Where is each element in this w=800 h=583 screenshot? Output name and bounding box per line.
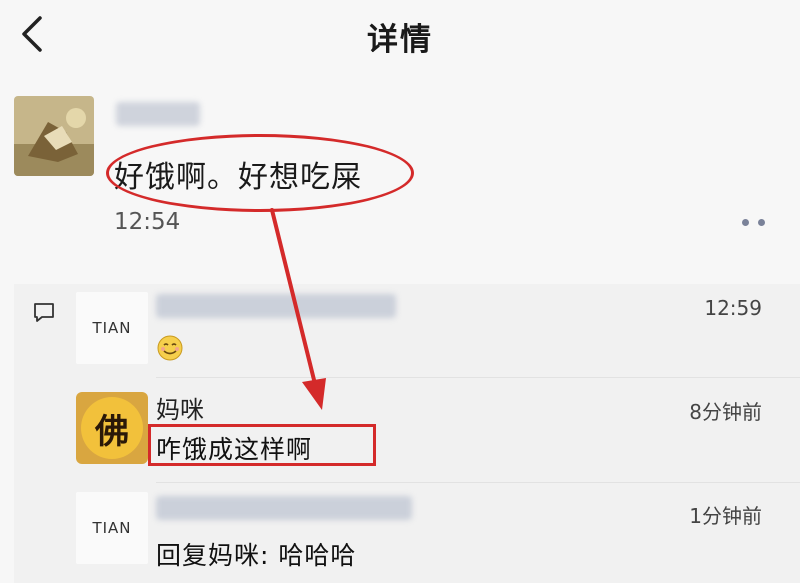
comment-section: TIAN 12:59 佛 妈咪 8分钟前 咋饿成这样啊 TIAN 1分钟前 回复… (14, 284, 800, 583)
comment-time: 1分钟前 (689, 504, 762, 528)
post-author-avatar[interactable] (14, 96, 94, 176)
comment-item: TIAN 1分钟前 回复妈咪: 哈哈哈 (14, 284, 800, 583)
avatar[interactable]: TIAN (76, 492, 148, 564)
post: 好饿啊。好想吃屎 12:54 (0, 80, 800, 270)
page-title: 详情 (367, 22, 433, 58)
nav-bar: 详情 (0, 0, 800, 72)
post-time: 12:54 (114, 209, 181, 235)
comment-name-blurred (156, 496, 412, 520)
annotation-ellipse (106, 134, 414, 212)
more-dots-icon (742, 219, 749, 226)
comment-text: 回复妈咪: 哈哈哈 (156, 541, 357, 570)
more-button[interactable] (736, 212, 772, 234)
post-author-name-blurred (116, 102, 200, 126)
